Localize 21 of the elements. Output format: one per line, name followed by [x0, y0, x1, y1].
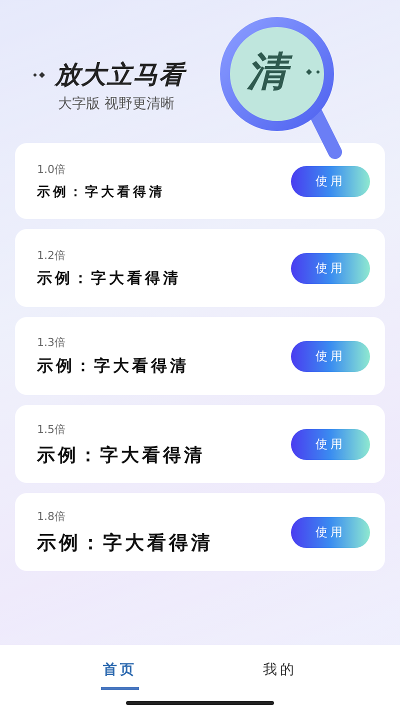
- use-button[interactable]: 使用: [291, 166, 370, 196]
- sample-text: 示例：字大看得清: [37, 356, 189, 377]
- sample-text: 示例：字大看得清: [37, 530, 213, 556]
- scale-label: 1.8倍: [37, 508, 66, 524]
- lens-character: 清: [243, 46, 295, 98]
- use-button[interactable]: 使用: [291, 428, 370, 460]
- nav-tab[interactable]: 首页: [101, 659, 139, 690]
- scale-label: 1.3倍: [37, 335, 66, 350]
- banner-title: 放大立马看: [55, 59, 185, 91]
- sample-text: 示例：字大看得清: [37, 444, 205, 466]
- nav-tab[interactable]: 我的: [261, 659, 299, 690]
- banner-subtitle: 大字版 视野更清晰: [58, 95, 174, 113]
- sample-text: 示例：字大看得清: [37, 184, 165, 200]
- scale-label: 1.5倍: [37, 422, 66, 436]
- use-button[interactable]: 使用: [291, 516, 370, 548]
- scale-label: 1.0倍: [37, 162, 66, 176]
- use-button[interactable]: 使用: [291, 252, 370, 284]
- scale-label: 1.2倍: [37, 248, 66, 263]
- use-button[interactable]: 使用: [291, 340, 370, 372]
- diamond-dots-icon: [305, 68, 321, 76]
- sample-text: 示例：字大看得清: [37, 269, 181, 288]
